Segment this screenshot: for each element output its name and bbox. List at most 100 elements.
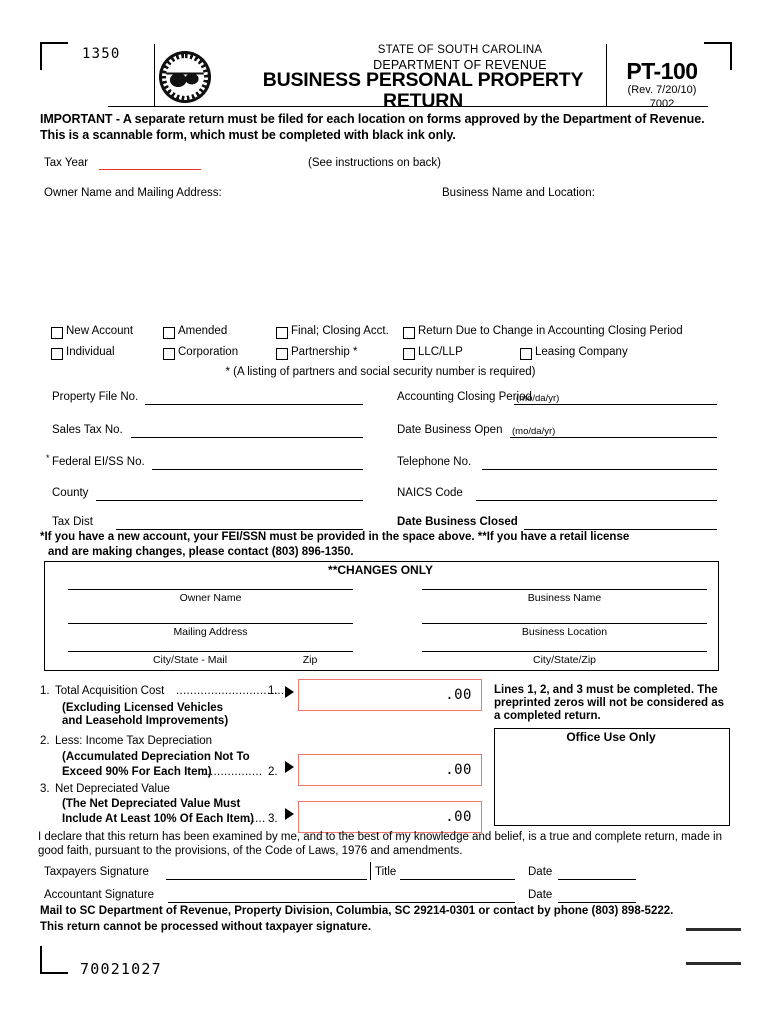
line-2-sub-2: Exceed 90% For Each Item) bbox=[62, 766, 212, 778]
form-corner-number: 1350 bbox=[82, 46, 121, 62]
form-bottom-number: 70021027 bbox=[80, 960, 162, 978]
signature-title-divider bbox=[370, 862, 371, 880]
tax-year-label: Tax Year bbox=[44, 157, 89, 169]
asterisk-fei-ss: * bbox=[46, 453, 50, 463]
sc-state-seal-icon bbox=[159, 51, 211, 103]
declaration-line-1: I declare that this return has been exam… bbox=[38, 831, 723, 843]
checkbox-leasing-company[interactable] bbox=[520, 348, 532, 360]
checkbox-label-final-closing: Final; Closing Acct. bbox=[291, 325, 389, 337]
checkbox-individual[interactable] bbox=[51, 348, 63, 360]
line-1-number: 1. bbox=[40, 685, 50, 697]
checkbox-partnership[interactable] bbox=[276, 348, 288, 360]
line-2-sub-1: (Accumulated Depreciation Not To bbox=[62, 751, 250, 763]
changes-rule-city-state-zip bbox=[422, 651, 707, 652]
pt100-form-page: 1350 STATE OF SOUTH CAROLINA DEPARTMENT … bbox=[0, 0, 770, 1024]
line-2-cents: .00 bbox=[445, 762, 472, 778]
line-2-number: 2. bbox=[40, 735, 50, 747]
field-label-property-file-no: Property File No. bbox=[52, 391, 139, 403]
owner-address-label: Owner Name and Mailing Address: bbox=[44, 187, 222, 199]
line-1-title: Total Acquisition Cost bbox=[55, 685, 165, 697]
title-label: Title bbox=[375, 866, 397, 878]
field-rule-tax-dist bbox=[116, 529, 363, 530]
checkbox-label-return-due-change: Return Due to Change in Accounting Closi… bbox=[418, 325, 683, 337]
line-1-amount-box[interactable]: .00 bbox=[298, 679, 482, 711]
line-3-title: Net Depreciated Value bbox=[55, 783, 170, 795]
checkbox-corporation[interactable] bbox=[163, 348, 175, 360]
form-code: 7002 bbox=[649, 98, 675, 110]
important-line-1: IMPORTANT - A separate return must be fi… bbox=[40, 112, 705, 126]
line-1-cents: .00 bbox=[445, 687, 472, 703]
line-3-number: 3. bbox=[40, 783, 50, 795]
field-rule-accounting-closing-period bbox=[514, 404, 717, 405]
field-label-federal-ei-ss-no: Federal EI/SS No. bbox=[52, 456, 145, 468]
changes-rule-owner-name bbox=[68, 589, 353, 590]
instructions-note: (See instructions on back) bbox=[308, 157, 441, 169]
field-rule-naics-code bbox=[476, 500, 717, 501]
checkbox-new-account[interactable] bbox=[51, 327, 63, 339]
registration-mark-right-upper bbox=[686, 928, 741, 931]
line-1-arrow-icon bbox=[285, 686, 294, 698]
field-rule-telephone-no bbox=[482, 469, 717, 470]
checkbox-label-llc-llp: LLC/LLP bbox=[418, 346, 463, 358]
important-line-2: This is a scannable form, which must be … bbox=[40, 128, 456, 142]
line-3-sub-1: (The Net Depreciated Value Must bbox=[62, 798, 241, 810]
field-hint-date-business-open: (mo/da/yr) bbox=[512, 426, 556, 437]
changes-rule-business-name bbox=[422, 589, 707, 590]
field-label-telephone-no: Telephone No. bbox=[397, 456, 472, 468]
checkbox-amended[interactable] bbox=[163, 327, 175, 339]
form-title: BUSINESS PERSONAL PROPERTY RETURN bbox=[262, 69, 584, 112]
field-rule-county bbox=[96, 500, 363, 501]
field-rule-date-business-closed bbox=[524, 529, 717, 530]
changes-caption-city-state-zip: City/State/Zip bbox=[532, 654, 597, 666]
changes-rule-mailing-address bbox=[68, 623, 353, 624]
date-rule-accountant bbox=[558, 902, 636, 903]
checkbox-label-corporation: Corporation bbox=[178, 346, 239, 358]
changes-rule-business-location bbox=[422, 623, 707, 624]
checkbox-llc-llp[interactable] bbox=[403, 348, 415, 360]
line-1-sub-2: and Leasehold Improvements) bbox=[62, 715, 229, 727]
fei-note-line-1: *If you have a new account, your FEI/SSN… bbox=[40, 531, 630, 543]
field-label-date-business-open: Date Business Open bbox=[397, 424, 503, 436]
taxpayer-signature-label: Taxpayers Signature bbox=[44, 866, 149, 878]
form-revision: (Rev. 7/20/10) bbox=[627, 84, 697, 96]
fei-note-line-2: and are making changes, please contact (… bbox=[48, 546, 354, 558]
field-label-accounting-closing-period: Accounting Closing Period bbox=[397, 391, 532, 403]
field-label-naics-code: NAICS Code bbox=[397, 487, 463, 499]
line-1-box-number: 1. bbox=[268, 685, 278, 697]
field-hint-accounting-closing-period: (mo/da/yr) bbox=[516, 393, 560, 404]
line-2-amount-box[interactable]: .00 bbox=[298, 754, 482, 786]
form-number: PT-100 bbox=[626, 58, 698, 84]
line-3-amount-box[interactable]: .00 bbox=[298, 801, 482, 833]
line-2-arrow-icon bbox=[285, 761, 294, 773]
line-3-arrow-icon bbox=[285, 808, 294, 820]
line-2-title: Less: Income Tax Depreciation bbox=[55, 735, 213, 747]
changes-caption-owner-name: Owner Name bbox=[179, 592, 242, 604]
field-rule-date-business-open bbox=[510, 437, 717, 438]
accountant-signature-rule bbox=[168, 902, 515, 903]
field-label-county: County bbox=[52, 487, 89, 499]
side-note-line-3: a completed return. bbox=[494, 710, 601, 722]
changes-rule-city-state-mail bbox=[68, 651, 353, 652]
field-label-date-business-closed: Date Business Closed bbox=[397, 516, 518, 528]
changes-caption-business-location: Business Location bbox=[521, 626, 608, 638]
business-address-input[interactable] bbox=[442, 200, 717, 315]
state-line: STATE OF SOUTH CAROLINA bbox=[377, 44, 543, 56]
partnership-footnote: * (A listing of partners and social secu… bbox=[225, 366, 536, 378]
line-3-sub-2: Include At Least 10% Of Each Item) bbox=[62, 813, 254, 825]
mail-note-line-1: Mail to SC Department of Revenue, Proper… bbox=[40, 905, 674, 917]
checkbox-label-leasing-company: Leasing Company bbox=[535, 346, 628, 358]
owner-address-input[interactable] bbox=[44, 200, 394, 315]
field-rule-federal-ei-ss-no bbox=[152, 469, 363, 470]
changes-only-title: **CHANGES ONLY bbox=[328, 563, 433, 577]
mail-note-line-2: This return cannot be processed without … bbox=[40, 921, 372, 933]
line-3-cents: .00 bbox=[445, 809, 472, 825]
accountant-signature-label: Accountant Signature bbox=[44, 889, 154, 901]
business-address-label: Business Name and Location: bbox=[442, 187, 595, 199]
registration-mark-right-lower bbox=[686, 962, 741, 965]
field-rule-property-file-no bbox=[145, 404, 363, 405]
field-rule-sales-tax-no bbox=[131, 437, 363, 438]
checkbox-final-closing[interactable] bbox=[276, 327, 288, 339]
corner-mark-bottom-left bbox=[40, 946, 68, 974]
checkbox-label-individual: Individual bbox=[66, 346, 115, 358]
checkbox-return-due-change[interactable] bbox=[403, 327, 415, 339]
